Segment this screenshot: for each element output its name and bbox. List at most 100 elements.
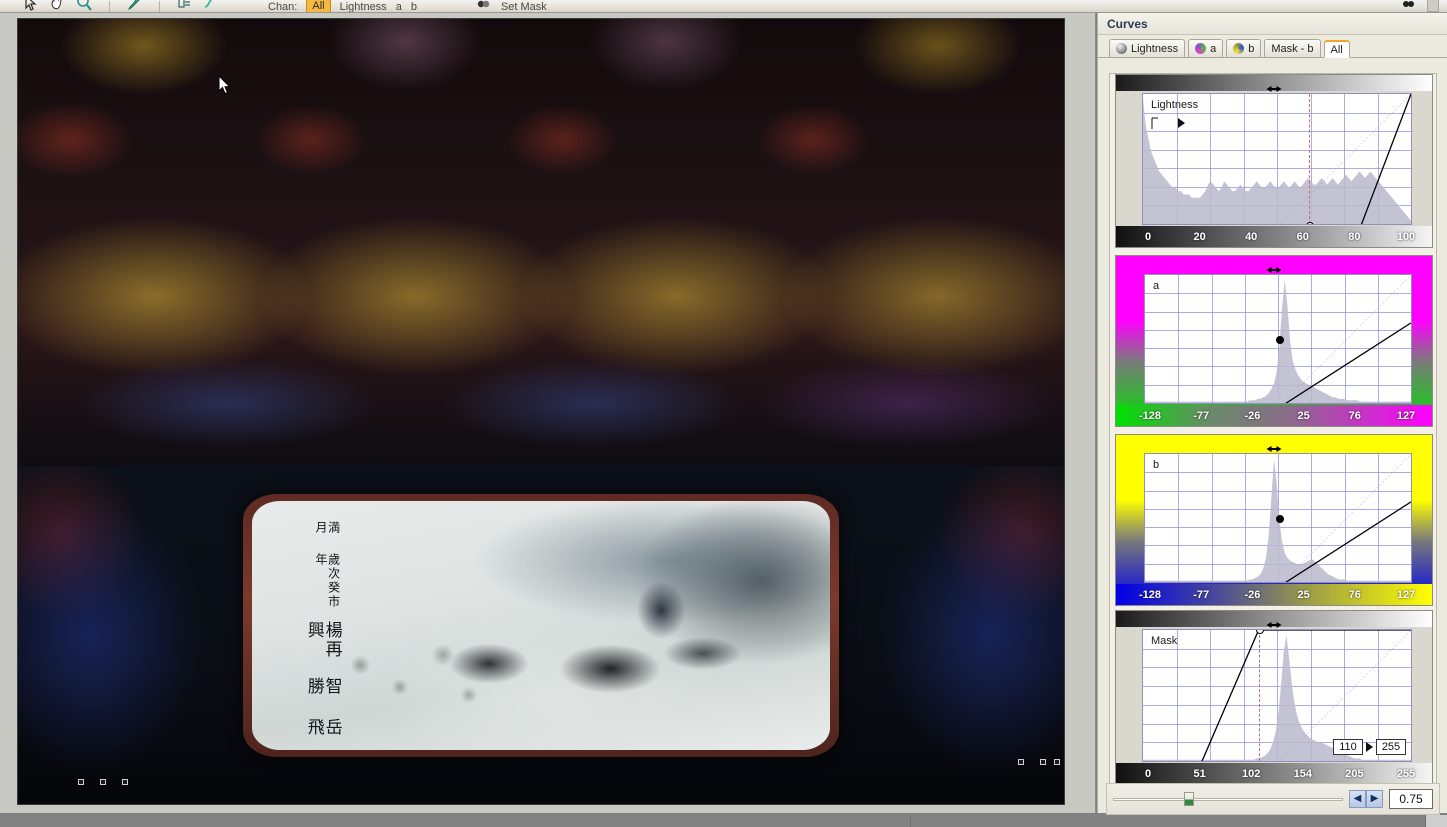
axis-tick-label: 0 bbox=[1144, 230, 1152, 243]
axis-tick-label: 127 bbox=[1396, 588, 1416, 601]
photo-painted-panel: 満月 歲次癸市年 楊再興 智勝 岳飛 bbox=[251, 500, 831, 750]
mask-pair-icon[interactable] bbox=[1400, 0, 1417, 12]
mask-range-low-field[interactable]: 110 bbox=[1333, 739, 1363, 755]
zoom-decrease-button[interactable]: ◀ bbox=[1349, 790, 1366, 808]
curve-plot-b[interactable]: b bbox=[1144, 453, 1412, 583]
channel-option-all[interactable]: All bbox=[306, 0, 331, 12]
pointer-icon[interactable] bbox=[22, 0, 39, 12]
layers-icon[interactable] bbox=[176, 0, 193, 12]
curve-axis-strip: 0 51 102 154 205 255 bbox=[1116, 763, 1432, 784]
selection-handle[interactable] bbox=[122, 779, 128, 785]
curve-top-gradient-strip[interactable] bbox=[1116, 611, 1432, 628]
zoom-slider-thumb[interactable] bbox=[1184, 792, 1195, 806]
selection-handle[interactable] bbox=[1040, 759, 1046, 765]
tab-all[interactable]: All bbox=[1323, 40, 1350, 58]
curve-plot-a[interactable]: a bbox=[1144, 274, 1412, 404]
axis-tick-label: 127 bbox=[1396, 409, 1416, 422]
status-resize-grip[interactable] bbox=[1425, 815, 1447, 827]
axis-tick-label: 205 bbox=[1345, 767, 1364, 780]
photo-painted-panel-frame: 満月 歲次癸市年 楊再興 智勝 岳飛 bbox=[242, 493, 840, 757]
axis-tick-label: 51 bbox=[1193, 767, 1206, 780]
toolbar-divider bbox=[109, 1, 110, 12]
toolbar-icon-group bbox=[0, 0, 220, 12]
mask-range-high-field[interactable]: 255 bbox=[1376, 739, 1406, 755]
tab-all-label: All bbox=[1330, 43, 1343, 56]
axis-tick-label: 25 bbox=[1297, 588, 1310, 601]
tab-lightness[interactable]: Lightness bbox=[1109, 39, 1186, 57]
channel-option-b[interactable]: b bbox=[411, 1, 417, 12]
curve-plot-label: b bbox=[1153, 459, 1160, 471]
zoom-slider[interactable] bbox=[1113, 792, 1343, 806]
tab-mask-b[interactable]: Mask - b bbox=[1264, 39, 1321, 57]
tab-a-label: a bbox=[1210, 42, 1217, 55]
curve-control-point[interactable] bbox=[1275, 336, 1284, 344]
curve-control-point[interactable] bbox=[1255, 630, 1264, 634]
channel-option-lightness[interactable]: Lightness bbox=[340, 1, 387, 12]
tab-b[interactable]: b bbox=[1226, 39, 1262, 57]
calligraphy-column-1: 岳飛 bbox=[303, 718, 342, 738]
zoom-increase-button[interactable]: ▶ bbox=[1366, 790, 1383, 808]
selection-handle[interactable] bbox=[100, 779, 106, 785]
toolbar-chevron-down-icon[interactable] bbox=[1427, 0, 1439, 12]
channel-option-a[interactable]: a bbox=[396, 1, 402, 12]
mouse-cursor-icon bbox=[218, 75, 231, 95]
photo-temple-carving: 満月 歲次癸市年 楊再興 智勝 岳飛 bbox=[18, 19, 1064, 804]
main-toolbar: Chan: All Lightness a b Set Mask bbox=[0, 0, 1447, 13]
tab-a[interactable]: a bbox=[1188, 39, 1224, 57]
axis-tick-label: 154 bbox=[1293, 767, 1312, 780]
selection-handle[interactable] bbox=[1054, 759, 1060, 765]
tab-lightness-label: Lightness bbox=[1131, 42, 1179, 55]
image-canvas[interactable]: 満月 歲次癸市年 楊再興 智勝 岳飛 bbox=[17, 18, 1065, 805]
curves-tab-bar: Lightness a b Mask - b All bbox=[1098, 38, 1447, 58]
mask-range-arrow-icon bbox=[1366, 742, 1373, 752]
status-cell bbox=[910, 815, 1010, 827]
axis-tick-label: 40 bbox=[1245, 230, 1258, 243]
sphere-b-icon bbox=[1233, 43, 1245, 54]
mask-icon[interactable] bbox=[475, 0, 492, 12]
curve-plot-lightness[interactable]: Lightness bbox=[1142, 93, 1412, 225]
curve-axis-strip: -128 -77 -26 25 76 127 bbox=[1116, 405, 1432, 426]
zoom-icon[interactable] bbox=[76, 0, 93, 12]
image-viewport-container: 満月 歲次癸市年 楊再興 智勝 岳飛 bbox=[0, 13, 1096, 813]
curve-control-point[interactable] bbox=[1275, 515, 1284, 523]
zoom-slider-track bbox=[1113, 798, 1343, 801]
curve-gamma-marker-icon[interactable] bbox=[1266, 616, 1282, 628]
mask-range-inputs: 110 255 bbox=[1333, 739, 1406, 755]
tab-b-label: b bbox=[1248, 42, 1255, 55]
curve-plot-mask[interactable]: Mask 110 255 bbox=[1142, 629, 1412, 762]
hand-icon[interactable] bbox=[49, 0, 66, 12]
axis-tick-label: 100 bbox=[1396, 230, 1416, 243]
lightness-range-handles[interactable] bbox=[1151, 116, 1197, 133]
axis-tick-label: -128 bbox=[1138, 588, 1162, 601]
curve-gamma-marker-icon[interactable] bbox=[1266, 440, 1282, 452]
curve-plot-label: Lightness bbox=[1151, 99, 1199, 111]
threshold-marker-line bbox=[1309, 94, 1311, 224]
curve-gamma-marker-icon[interactable] bbox=[1266, 80, 1282, 92]
threshold-marker-line bbox=[1258, 630, 1260, 761]
curve-line[interactable] bbox=[1143, 94, 1411, 225]
axis-tick-label: 255 bbox=[1396, 767, 1416, 780]
status-bar bbox=[0, 815, 1447, 827]
sphere-lightness-icon bbox=[1116, 43, 1127, 54]
channel-selector: Chan: All Lightness a b bbox=[268, 0, 417, 12]
set-mask-label[interactable]: Set Mask bbox=[501, 1, 547, 12]
axis-tick-label: 76 bbox=[1348, 409, 1361, 422]
curve-gamma-marker-icon[interactable] bbox=[1266, 261, 1282, 273]
curve-top-gradient-strip[interactable] bbox=[1116, 435, 1432, 452]
set-mask-group: Set Mask bbox=[475, 0, 547, 12]
curve-plot-label: a bbox=[1153, 280, 1160, 292]
curve-plot-label: Mask bbox=[1151, 635, 1178, 647]
axis-tick-label: -77 bbox=[1193, 588, 1210, 601]
axis-tick-label: -128 bbox=[1138, 409, 1162, 422]
tab-mask-b-label: Mask - b bbox=[1271, 42, 1314, 55]
selection-handle[interactable] bbox=[78, 779, 84, 785]
curve-top-gradient-strip[interactable] bbox=[1116, 75, 1432, 92]
eyedropper-icon[interactable] bbox=[126, 0, 143, 12]
curve-top-gradient-strip[interactable] bbox=[1116, 256, 1432, 273]
dock-title: Curves bbox=[1098, 13, 1447, 35]
selection-handle[interactable] bbox=[1018, 759, 1024, 765]
curve-axis-strip: -128 -77 -26 25 76 127 bbox=[1116, 584, 1432, 605]
zoom-value-field[interactable]: 0.75 bbox=[1389, 789, 1433, 809]
axis-tick-label: 20 bbox=[1193, 230, 1206, 243]
curve-icon[interactable] bbox=[203, 0, 220, 12]
